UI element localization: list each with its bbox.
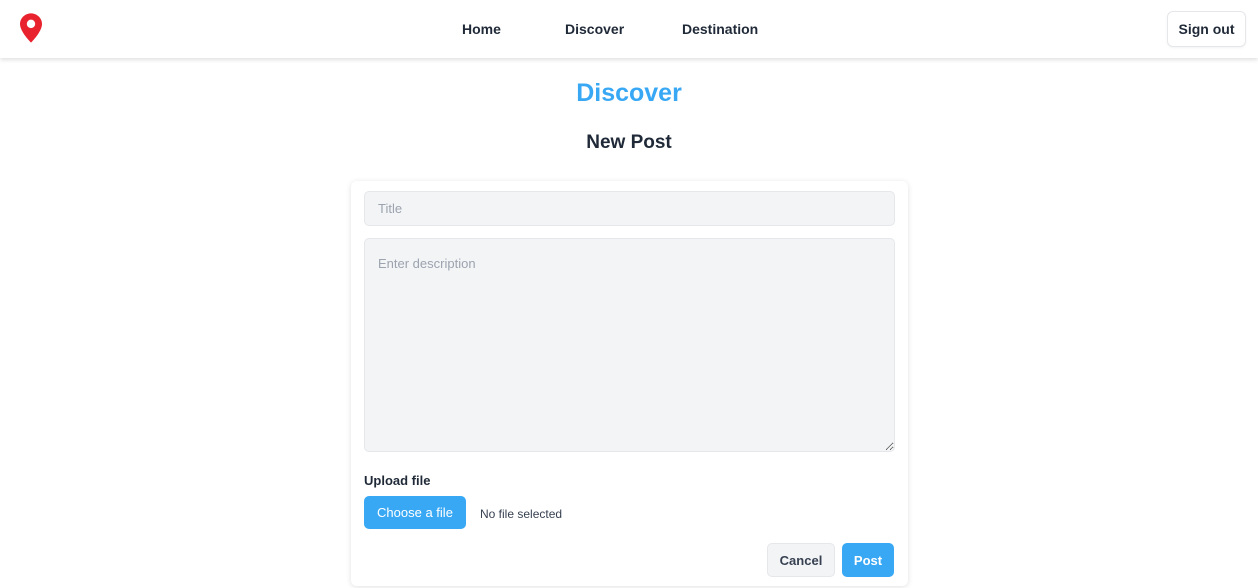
title-input[interactable] xyxy=(364,191,895,226)
nav-link-home[interactable]: Home xyxy=(462,20,501,38)
nav-link-discover[interactable]: Discover xyxy=(565,20,624,38)
file-status-text: No file selected xyxy=(480,507,563,521)
sign-out-button[interactable]: Sign out xyxy=(1167,11,1246,47)
upload-file-label: Upload file xyxy=(364,473,431,488)
navbar: Home Discover Destination Sign out xyxy=(0,0,1258,58)
new-post-form: Upload file Choose a file No file select… xyxy=(351,181,908,586)
page-title: Discover xyxy=(576,79,682,107)
section-title: New Post xyxy=(586,132,672,153)
post-button[interactable]: Post xyxy=(842,543,894,577)
nav-link-destination[interactable]: Destination xyxy=(682,20,758,38)
choose-file-button[interactable]: Choose a file xyxy=(364,496,466,529)
cancel-button[interactable]: Cancel xyxy=(767,543,835,577)
description-textarea[interactable] xyxy=(364,238,895,452)
map-pin-icon[interactable] xyxy=(20,13,42,43)
